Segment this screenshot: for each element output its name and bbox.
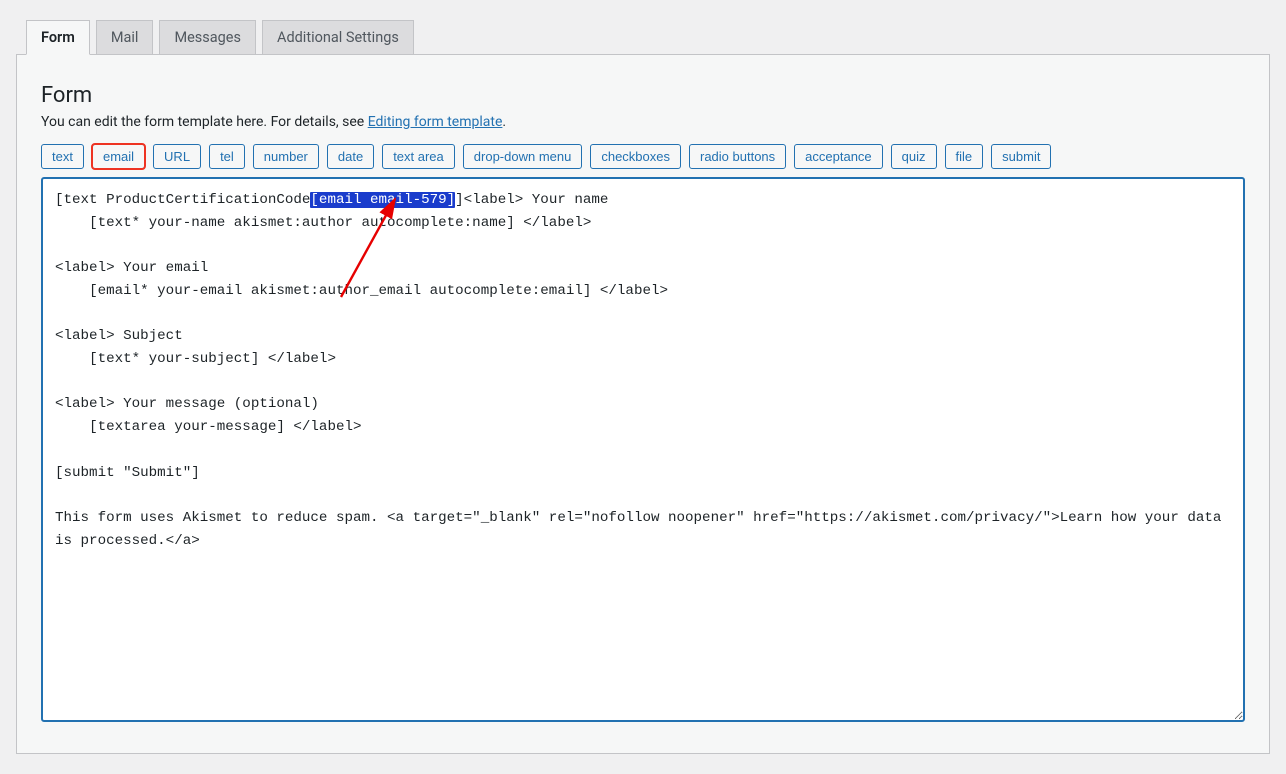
- tag-generator-row: text email URL tel number date text area drop-d…: [41, 144, 1245, 169]
- section-description: You can edit the form template here. For…: [41, 114, 1245, 130]
- tag-button-quiz[interactable]: quiz: [891, 144, 937, 169]
- tag-button-text[interactable]: text: [41, 144, 84, 169]
- tag-button-email[interactable]: email: [92, 144, 145, 169]
- tag-button-tel[interactable]: tel: [209, 144, 245, 169]
- tag-button-text-area[interactable]: text area: [382, 144, 455, 169]
- section-title: Form: [41, 83, 1245, 108]
- tag-button-date[interactable]: date: [327, 144, 374, 169]
- tag-button-number[interactable]: number: [253, 144, 319, 169]
- tab-mail[interactable]: Mail: [96, 20, 154, 55]
- tab-form[interactable]: Form: [26, 20, 90, 55]
- tag-button-drop-down-menu[interactable]: drop-down menu: [463, 144, 583, 169]
- editing-template-link[interactable]: Editing form template: [368, 114, 503, 130]
- form-template-editor[interactable]: [text ProductCertificationCode[email ema…: [41, 177, 1245, 722]
- tag-button-acceptance[interactable]: acceptance: [794, 144, 883, 169]
- inserted-email-tag-selection: [email email-579]: [310, 192, 455, 208]
- tab-additional-settings[interactable]: Additional Settings: [262, 20, 414, 55]
- tab-bar: FormMailMessagesAdditional Settings: [26, 20, 1270, 55]
- description-suffix: .: [502, 114, 506, 130]
- description-prefix: You can edit the form template here. For…: [41, 114, 368, 130]
- tag-button-submit[interactable]: submit: [991, 144, 1051, 169]
- tag-button-radio-buttons[interactable]: radio buttons: [689, 144, 786, 169]
- form-panel: Form You can edit the form template here…: [16, 54, 1270, 754]
- form-editor-wrap: [text ProductCertificationCode[email ema…: [41, 177, 1245, 722]
- tag-button-url[interactable]: URL: [153, 144, 201, 169]
- tag-button-file[interactable]: file: [945, 144, 984, 169]
- tab-messages[interactable]: Messages: [159, 20, 256, 55]
- tag-button-checkboxes[interactable]: checkboxes: [590, 144, 681, 169]
